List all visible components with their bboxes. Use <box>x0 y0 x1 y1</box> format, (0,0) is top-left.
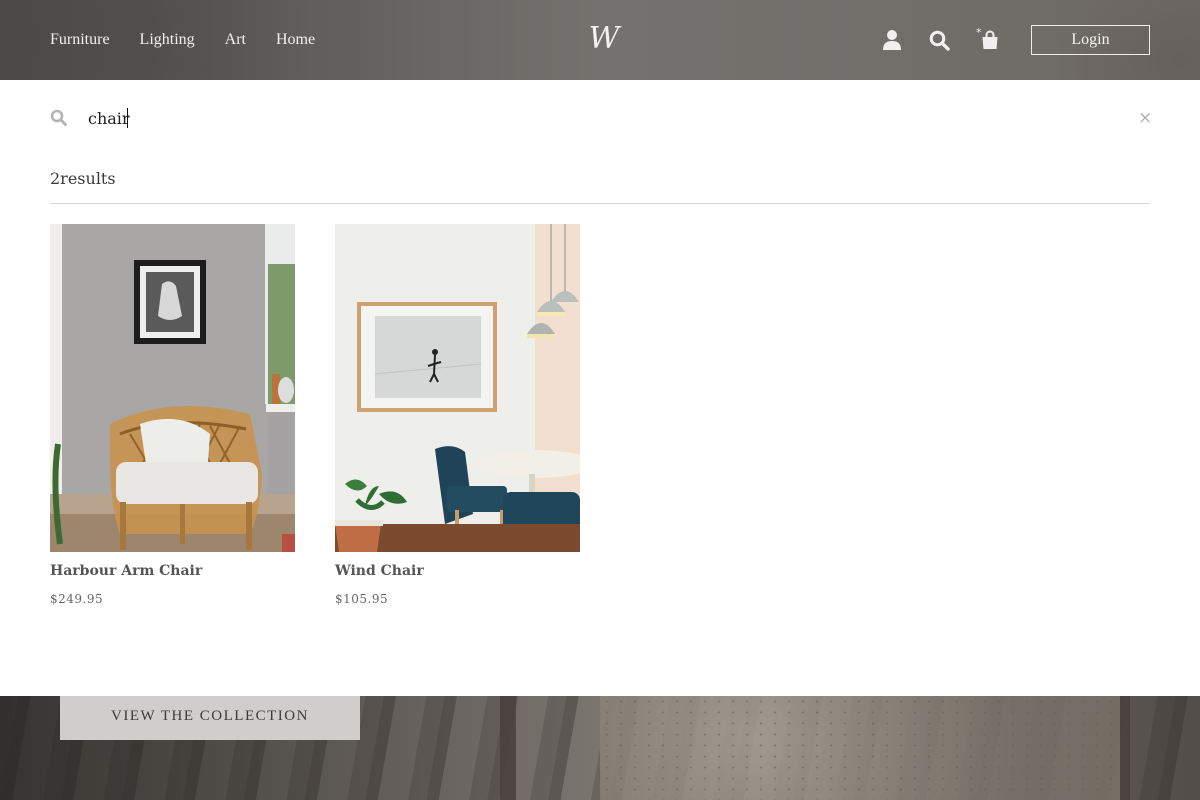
cart-button[interactable]: * <box>976 26 1002 52</box>
close-search-button[interactable]: × <box>1138 106 1152 130</box>
product-price: $249.95 <box>50 592 104 606</box>
user-account-button[interactable] <box>880 28 904 52</box>
main-nav: Furniture Lighting Art Home <box>50 0 315 80</box>
search-input[interactable] <box>88 106 1088 130</box>
product-name[interactable]: Harbour Arm Chair <box>50 563 295 579</box>
header-search-button[interactable] <box>927 28 951 52</box>
search-icon <box>50 109 67 126</box>
shopping-bag-icon <box>982 30 998 49</box>
search-bar: × <box>50 106 1152 130</box>
search-icon <box>929 30 950 51</box>
nav-item-furniture[interactable]: Furniture <box>50 31 110 49</box>
product-image[interactable] <box>50 224 295 552</box>
product-price: $105.95 <box>335 592 389 606</box>
search-overlay: × 2results <box>0 80 1200 696</box>
hero-table-top <box>600 696 1120 800</box>
nav-item-lighting[interactable]: Lighting <box>140 31 195 49</box>
hero-table-leg <box>500 696 516 800</box>
harbour-arm-chair-photo <box>50 224 295 552</box>
nav-item-art[interactable]: Art <box>225 31 246 49</box>
results-divider <box>50 203 1150 204</box>
product-name[interactable]: Wind Chair <box>335 563 580 579</box>
results-count: 2results <box>50 169 116 188</box>
cart-indicator: * <box>976 26 982 39</box>
hero-table-leg <box>1120 696 1130 800</box>
login-button[interactable]: Login <box>1031 25 1150 55</box>
nav-item-home[interactable]: Home <box>276 31 315 49</box>
product-card[interactable]: Harbour Arm Chair $249.95 <box>50 224 295 606</box>
product-card[interactable]: Wind Chair $105.95 <box>335 224 580 606</box>
product-image[interactable] <box>335 224 580 552</box>
search-results: Harbour Arm Chair $249.95 Wind Chair $10… <box>50 224 580 606</box>
site-logo[interactable]: W <box>586 22 622 56</box>
user-icon <box>883 30 901 50</box>
text-caret <box>127 108 128 128</box>
site-header: Furniture Lighting Art Home W * Login <box>0 0 1200 80</box>
view-collection-button[interactable]: VIEW THE COLLECTION <box>60 692 360 740</box>
wind-chair-photo <box>335 224 580 552</box>
